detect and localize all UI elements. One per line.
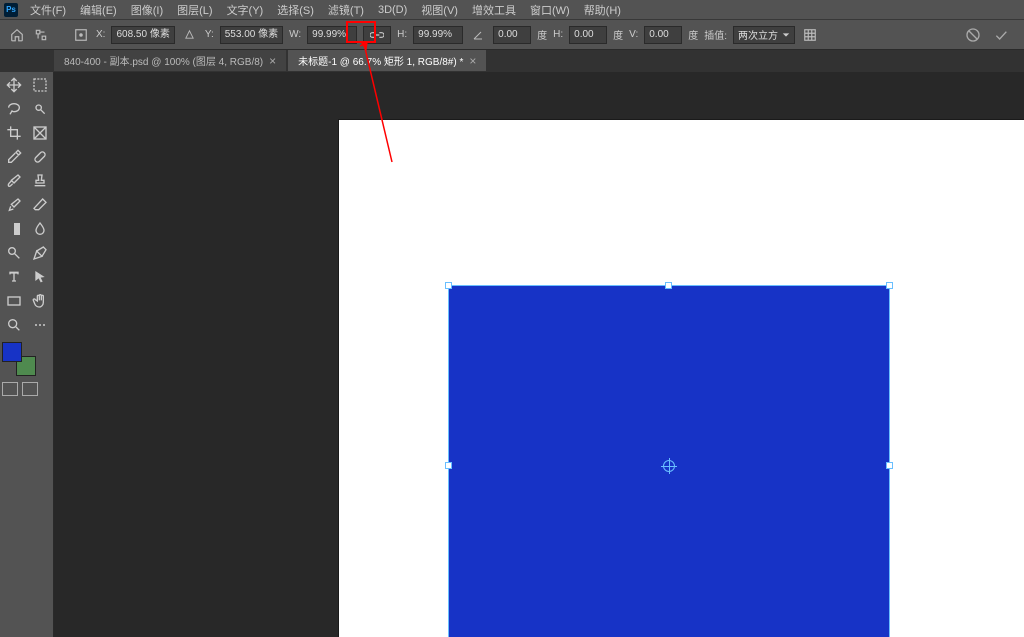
interp-label: 插值:	[704, 27, 727, 42]
w-value[interactable]: 99.99%	[307, 26, 357, 44]
menubar: Ps 文件(F) 编辑(E) 图像(I) 图层(L) 文字(Y) 选择(S) 滤…	[0, 0, 1024, 20]
link-wh-button[interactable]	[363, 26, 391, 44]
canvas[interactable]	[339, 120, 1024, 637]
transform-handle[interactable]	[886, 462, 893, 469]
menu-select[interactable]: 选择(S)	[271, 0, 320, 20]
home-icon[interactable]	[8, 26, 26, 44]
toolbar	[0, 72, 54, 637]
share-icon[interactable]	[32, 26, 50, 44]
hand-tool[interactable]	[28, 290, 52, 312]
delta-icon[interactable]	[181, 26, 199, 44]
vskew-value[interactable]: 0.00	[644, 26, 682, 44]
color-swatches[interactable]	[2, 342, 36, 376]
document-tab[interactable]: 840-400 - 副本.psd @ 100% (图层 4, RGB/8) ×	[54, 50, 286, 72]
close-icon[interactable]: ×	[269, 54, 276, 68]
h-label: H:	[397, 29, 407, 40]
foreground-swatch[interactable]	[2, 342, 22, 362]
screenmode-icon[interactable]	[22, 382, 38, 396]
angle-value[interactable]: 0.00	[493, 26, 531, 44]
document-tab-bar: 840-400 - 副本.psd @ 100% (图层 4, RGB/8) × …	[0, 50, 1024, 72]
options-bar: X: 608.50 像素 Y: 553.00 像素 W: 99.99% H: 9…	[0, 20, 1024, 50]
rectangle-tool[interactable]	[2, 290, 26, 312]
tab-label: 840-400 - 副本.psd @ 100% (图层 4, RGB/8)	[64, 53, 263, 68]
crop-tool[interactable]	[2, 122, 26, 144]
screen-mode-icons	[2, 382, 51, 396]
transform-handle[interactable]	[445, 282, 452, 289]
menu-window[interactable]: 窗口(W)	[524, 0, 576, 20]
gradient-tool[interactable]	[2, 218, 26, 240]
frame-tool[interactable]	[28, 122, 52, 144]
transform-handle[interactable]	[445, 462, 452, 469]
eyedropper-tool[interactable]	[2, 146, 26, 168]
hskew-value[interactable]: 0.00	[569, 26, 607, 44]
menu-type[interactable]: 文字(Y)	[221, 0, 270, 20]
marquee-tool[interactable]	[28, 74, 52, 96]
reference-point-icon[interactable]	[72, 26, 90, 44]
lasso-tool[interactable]	[2, 98, 26, 120]
close-icon[interactable]: ×	[469, 54, 476, 68]
menu-3d[interactable]: 3D(D)	[372, 2, 413, 18]
move-tool[interactable]	[2, 74, 26, 96]
vskew-unit: 度	[688, 27, 698, 42]
menu-file[interactable]: 文件(F)	[24, 0, 72, 20]
h-value[interactable]: 99.99%	[413, 26, 463, 44]
transform-bounding-box[interactable]	[449, 286, 889, 637]
dodge-tool[interactable]	[2, 242, 26, 264]
path-select-tool[interactable]	[28, 266, 52, 288]
y-value[interactable]: 553.00 像素	[220, 26, 283, 44]
document-tab-active[interactable]: 未标题-1 @ 66.7% 矩形 1, RGB/8#) * ×	[288, 50, 486, 72]
brush-tool[interactable]	[2, 170, 26, 192]
menu-edit[interactable]: 编辑(E)	[74, 0, 123, 20]
stamp-tool[interactable]	[28, 170, 52, 192]
cancel-icon[interactable]	[964, 26, 982, 44]
eraser-tool[interactable]	[28, 194, 52, 216]
quickmask-icon[interactable]	[2, 382, 18, 396]
angle-unit: 度	[537, 27, 547, 42]
menu-layer[interactable]: 图层(L)	[171, 0, 218, 20]
reference-point-icon[interactable]	[663, 460, 675, 472]
transform-handle[interactable]	[886, 282, 893, 289]
warp-icon[interactable]	[801, 26, 819, 44]
type-tool[interactable]	[2, 266, 26, 288]
vskew-label: V:	[629, 29, 638, 40]
w-label: W:	[289, 29, 301, 40]
hskew-label: H:	[553, 29, 563, 40]
quick-select-tool[interactable]	[28, 98, 52, 120]
healing-tool[interactable]	[28, 146, 52, 168]
interp-select[interactable]: 两次立方	[733, 26, 795, 44]
menu-help[interactable]: 帮助(H)	[578, 0, 627, 20]
y-label: Y:	[205, 29, 214, 40]
chevron-down-icon	[782, 31, 790, 39]
transform-handle[interactable]	[665, 282, 672, 289]
blur-tool[interactable]	[28, 218, 52, 240]
menu-filter[interactable]: 滤镜(T)	[322, 0, 370, 20]
x-value[interactable]: 608.50 像素	[111, 26, 174, 44]
pen-tool[interactable]	[28, 242, 52, 264]
tab-label: 未标题-1 @ 66.7% 矩形 1, RGB/8#) *	[298, 53, 463, 68]
edit-toolbar-icon[interactable]	[28, 314, 52, 336]
hskew-unit: 度	[613, 27, 623, 42]
workspace	[54, 72, 1024, 637]
x-label: X:	[96, 29, 105, 40]
ps-logo: Ps	[4, 3, 18, 17]
interp-value: 两次立方	[738, 27, 778, 42]
menu-view[interactable]: 视图(V)	[415, 0, 464, 20]
zoom-tool[interactable]	[2, 314, 26, 336]
angle-icon	[469, 26, 487, 44]
menu-plugins[interactable]: 增效工具	[466, 0, 522, 20]
menu-image[interactable]: 图像(I)	[125, 0, 169, 20]
history-brush-tool[interactable]	[2, 194, 26, 216]
confirm-icon[interactable]	[992, 26, 1010, 44]
